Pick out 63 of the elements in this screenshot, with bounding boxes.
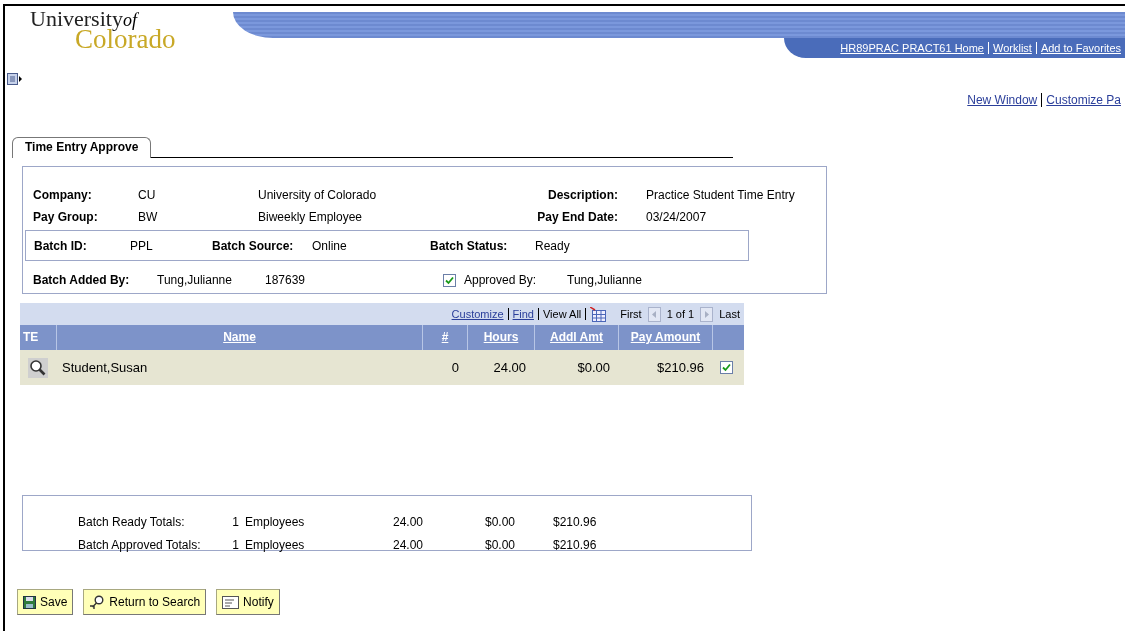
menu-icon[interactable] [7,73,23,85]
page-link[interactable]: New Window [963,93,1042,107]
university-logo: Universityof Colorado [29,6,177,56]
page-count: 1 of 1 [666,308,695,320]
search-icon [89,595,106,609]
field-label: Pay End Date: [536,210,619,224]
page-link[interactable]: Customize Pa [1041,93,1125,107]
checkbox[interactable] [443,273,456,287]
total-label: Batch Ready Totals: [77,514,186,529]
table-cell-text: Student,Susan [61,360,149,375]
total-unit: Employees [244,537,306,552]
field-value: CU [138,188,157,202]
view-all-label: View All [542,308,582,320]
checkbox[interactable] [720,361,733,374]
total-amount: $210.96 [553,514,597,529]
column-header: TE [22,329,40,346]
total-amount: $210.96 [553,537,597,552]
field-label: Description: [547,188,619,202]
table-cell-text: 0 [450,360,460,375]
field-value: Biweekly Employee [258,210,364,224]
return-to-search-button[interactable]: Return to Search [83,589,207,615]
field-label: Batch Status: [429,238,509,253]
table-cell-text: 24.00 [492,360,527,375]
total-hours: 24.00 [393,537,425,552]
table-cell-text: $210.96 [656,360,705,375]
tab[interactable]: Time Entry Approve [12,137,152,158]
field-value: Tung,Julianne [157,273,233,287]
grid-link[interactable]: Customize [451,308,504,320]
field-label: Approved By: [463,273,538,287]
field-label: Batch Added By: [32,273,131,287]
field-label: Pay Group: [32,210,99,224]
save-button[interactable]: Save [17,589,74,615]
total-label: Batch Approved Totals: [77,537,202,552]
total-count: 1 [231,514,239,529]
field-label: Batch ID: [33,238,88,253]
total-count: 1 [231,537,239,552]
spreadsheet-icon[interactable] [590,306,607,322]
search-icon[interactable] [28,357,48,378]
field-value: PPL [130,238,154,253]
total-hours: 24.00 [393,514,425,529]
table-cell-text: $0.00 [576,360,611,375]
grid-link[interactable]: Find [512,308,534,320]
field-value: 03/24/2007 [646,210,707,224]
field-value: Practice Student Time Entry [646,188,795,202]
field-value: 187639 [265,273,307,287]
notify-button[interactable]: Notify [216,589,280,615]
pager-label: Last [719,308,740,320]
field-value: Online [312,238,348,253]
field-value: Tung,Julianne [567,273,642,287]
notepad-icon [222,595,240,609]
floppy-icon [23,595,36,609]
field-label: Batch Source: [211,238,295,253]
field-label: Company: [32,188,93,202]
total-amount: $0.00 [485,537,517,552]
total-amount: $0.00 [485,514,517,529]
field-value: University of Colorado [258,188,378,202]
nav-link[interactable]: Worklist [988,42,1036,54]
pager-label: First [620,308,642,320]
nav-link[interactable]: Add to Favorites [1035,42,1125,54]
field-value: Ready [535,238,570,253]
total-unit: Employees [244,514,306,529]
field-value: BW [138,210,159,224]
nav-link[interactable]: HR89PRAC PRACT61 Home [836,42,988,54]
